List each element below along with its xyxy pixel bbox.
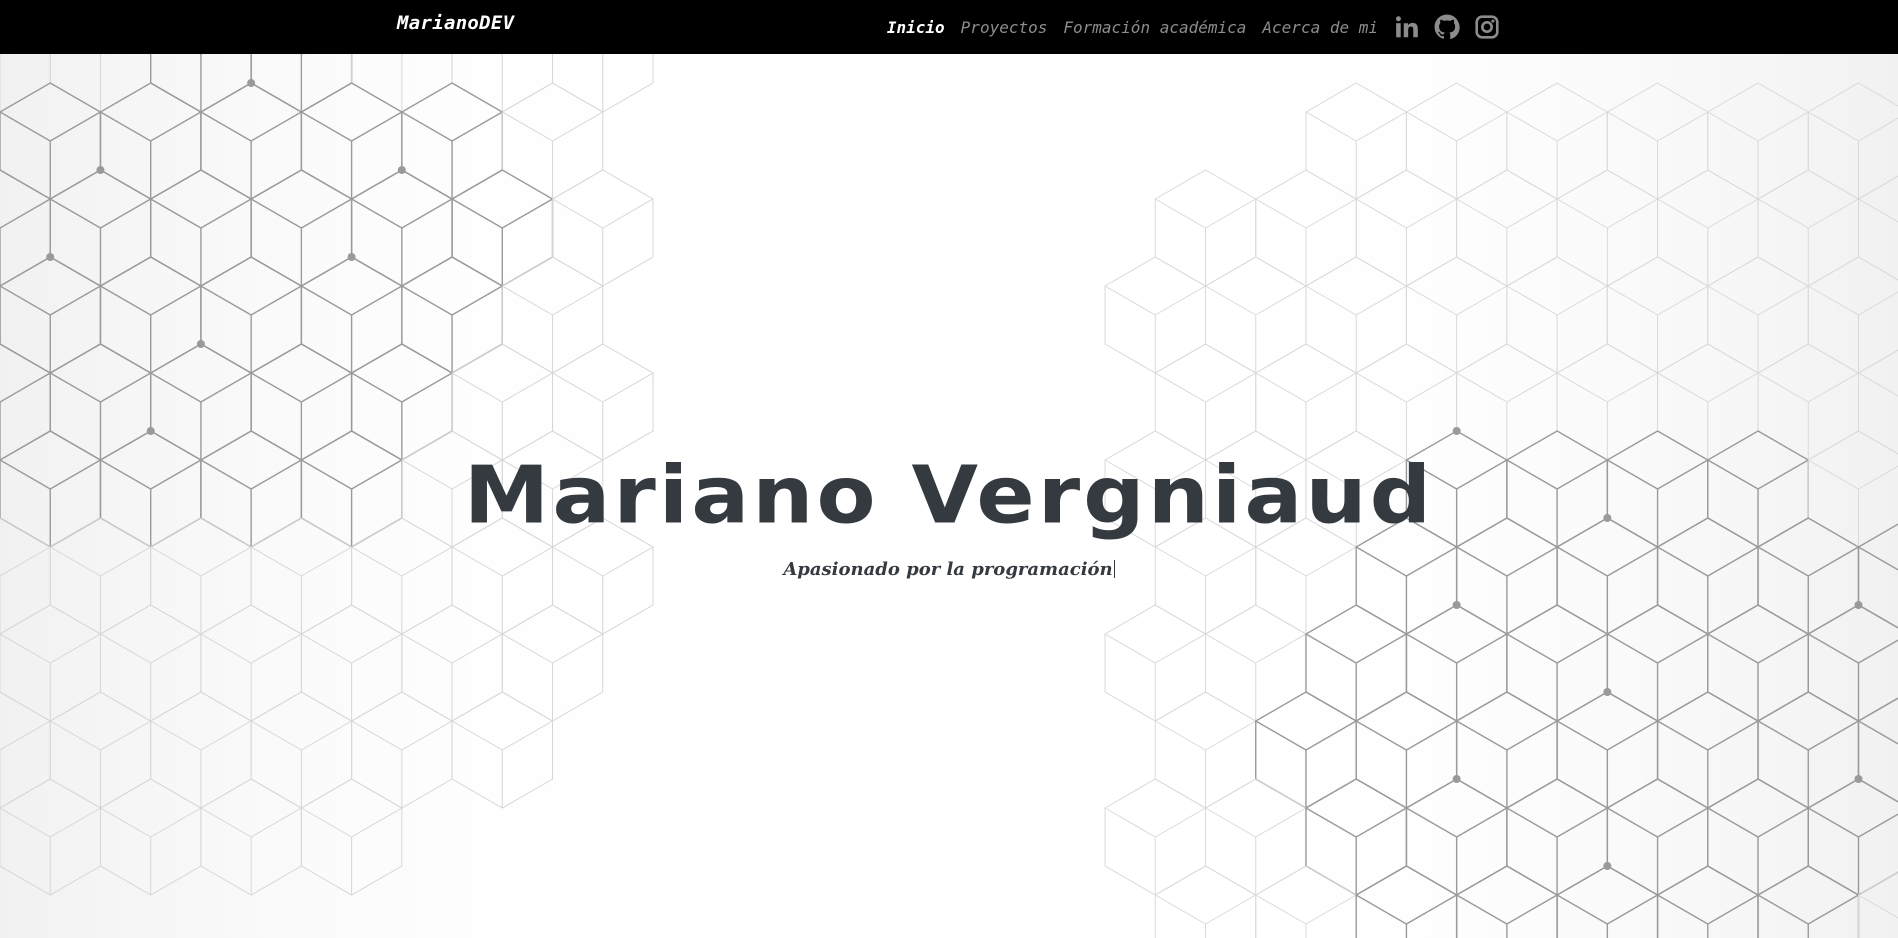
linkedin-link[interactable] bbox=[1394, 14, 1420, 40]
typing-cursor bbox=[1113, 560, 1115, 578]
brand-logo-link[interactable]: MarianoDEV bbox=[397, 12, 514, 34]
instagram-icon bbox=[1475, 15, 1499, 39]
nav-link-acerca[interactable]: Acerca de mi bbox=[1262, 18, 1378, 37]
hero-name: Mariano Vergniaud bbox=[463, 450, 1435, 542]
hero-tagline-text: Apasionado por la programación bbox=[783, 559, 1113, 580]
nav-link-formacion[interactable]: Formación académica bbox=[1063, 18, 1246, 37]
nav-links: Inicio Proyectos Formación académica Ace… bbox=[887, 0, 1500, 54]
nav-link-inicio[interactable]: Inicio bbox=[887, 18, 945, 37]
social-links bbox=[1394, 14, 1500, 40]
hero-section: Mariano Vergniaud Apasionado por la prog… bbox=[0, 54, 1898, 938]
linkedin-icon bbox=[1395, 16, 1418, 38]
hero-tagline: Apasionado por la programación bbox=[0, 559, 1898, 580]
nav-link-proyectos[interactable]: Proyectos bbox=[961, 18, 1048, 37]
instagram-link[interactable] bbox=[1474, 14, 1500, 40]
top-navbar: MarianoDEV Inicio Proyectos Formación ac… bbox=[0, 0, 1898, 54]
github-icon bbox=[1434, 14, 1460, 40]
github-link[interactable] bbox=[1434, 14, 1460, 40]
